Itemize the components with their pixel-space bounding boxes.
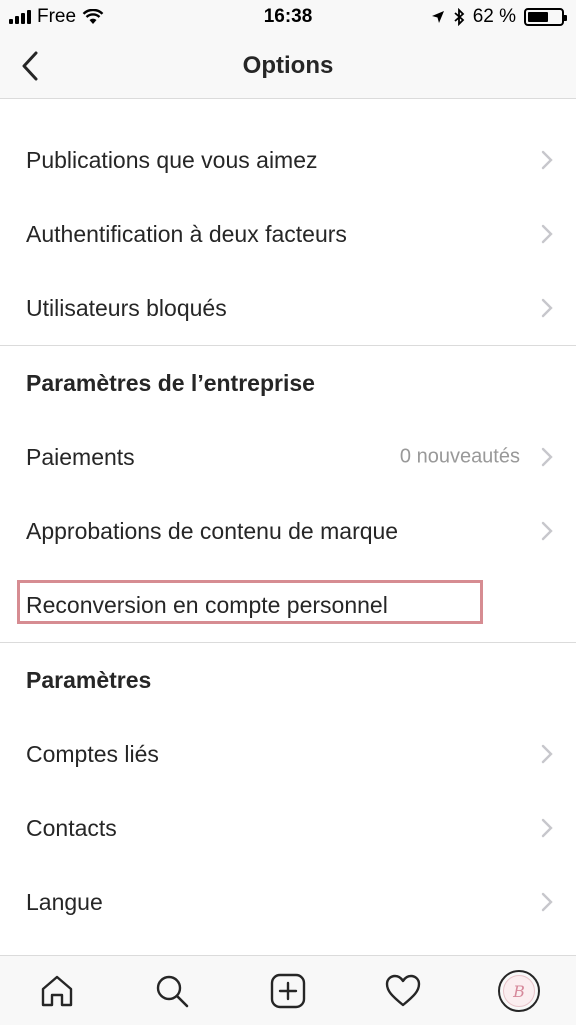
blocked-users-row[interactable]: Utilisateurs bloqués xyxy=(0,271,576,345)
payments-new-count: 0 nouveautés xyxy=(399,445,520,468)
branded-content-approvals-row[interactable]: Approbations de contenu de marque xyxy=(0,494,576,568)
row-label: Langue xyxy=(26,888,103,915)
status-right: 62 % xyxy=(431,6,567,28)
payments-row[interactable]: Paiements 0 nouveautés xyxy=(0,420,576,494)
avatar-image: B xyxy=(503,975,535,1007)
page-title: Options xyxy=(242,52,334,79)
location-arrow-icon xyxy=(431,11,444,23)
liked-posts-row[interactable]: Publications que vous aimez xyxy=(0,123,576,197)
tab-home[interactable] xyxy=(36,970,78,1012)
row-label: Authentification à deux facteurs xyxy=(26,220,347,247)
tab-activity[interactable] xyxy=(382,970,424,1012)
battery-fill xyxy=(528,12,548,22)
bluetooth-icon xyxy=(454,8,465,26)
linked-accounts-row[interactable]: Comptes liés xyxy=(0,717,576,791)
chevron-right-icon xyxy=(541,224,553,244)
battery-percentage: 62 % xyxy=(472,6,516,27)
tab-new-post[interactable] xyxy=(267,970,309,1012)
row-label: Publications que vous aimez xyxy=(26,146,318,173)
battery-icon xyxy=(524,8,567,26)
tab-search[interactable] xyxy=(151,970,193,1012)
chevron-right-icon xyxy=(541,744,553,764)
row-label: Reconversion en compte personnel xyxy=(26,591,388,618)
activity-heart-icon xyxy=(385,974,421,1007)
options-list[interactable]: Publications que vous aimez Authentifica… xyxy=(0,99,576,955)
two-factor-auth-row[interactable]: Authentification à deux facteurs xyxy=(0,197,576,271)
settings-header: Paramètres xyxy=(26,666,152,693)
row-label: Contacts xyxy=(26,814,117,841)
chevron-right-icon xyxy=(541,892,553,912)
language-row[interactable]: Langue xyxy=(0,865,576,939)
partially-hidden-row xyxy=(0,99,576,123)
chevron-right-icon xyxy=(541,521,553,541)
new-post-icon xyxy=(270,973,306,1009)
search-icon xyxy=(156,975,189,1008)
chevron-right-icon xyxy=(541,447,553,467)
home-icon xyxy=(41,975,73,1007)
chevron-right-icon xyxy=(541,150,553,170)
bottom-tab-bar: B xyxy=(0,955,576,1025)
contacts-row[interactable]: Contacts xyxy=(0,791,576,865)
navigation-bar: Options xyxy=(0,34,576,99)
chevron-right-icon xyxy=(541,818,553,838)
switch-to-personal-account-row[interactable]: Reconversion en compte personnel xyxy=(0,568,576,642)
row-label: Approbations de contenu de marque xyxy=(26,517,399,544)
status-bar: Free 16:38 62 % xyxy=(0,0,576,34)
row-label: Utilisateurs bloqués xyxy=(26,294,227,321)
chevron-right-icon xyxy=(541,298,553,318)
row-label: Comptes liés xyxy=(26,740,159,767)
business-settings-header: Paramètres de l’entreprise xyxy=(26,369,315,396)
tab-profile[interactable]: B xyxy=(498,970,540,1012)
avatar: B xyxy=(498,970,540,1012)
